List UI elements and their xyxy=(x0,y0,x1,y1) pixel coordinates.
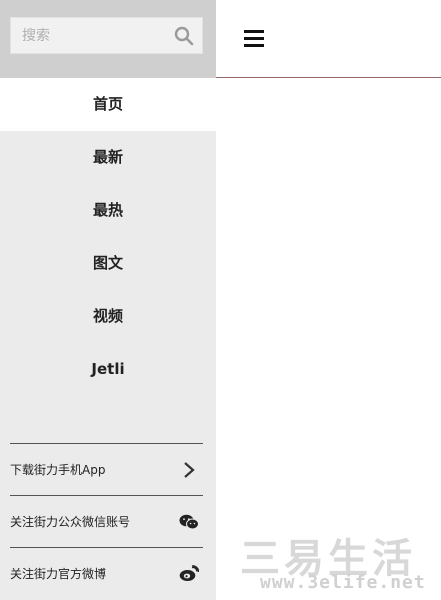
nav-item-video[interactable]: 视频 xyxy=(0,290,216,343)
chevron-right-icon xyxy=(179,460,199,480)
watermark-url: www.3elife.net xyxy=(260,572,426,593)
watermark: 三易生活 www.3elife.net xyxy=(216,520,441,600)
nav-menu: 首页 最新 最热 图文 视频 Jetli xyxy=(0,78,216,396)
weibo-icon xyxy=(179,564,199,584)
download-app-link[interactable]: 下载街力手机App xyxy=(10,443,203,495)
top-header xyxy=(216,0,441,78)
nav-item-home[interactable]: 首页 xyxy=(0,78,216,131)
wechat-follow-link[interactable]: 关注街力公众微信账号 xyxy=(10,495,203,547)
search-area xyxy=(0,0,216,78)
weibo-follow-label: 关注街力官方微博 xyxy=(10,567,107,581)
nav-item-hottest[interactable]: 最热 xyxy=(0,184,216,237)
follow-links: 下载街力手机App 关注街力公众微信账号 关注街力官方微博 xyxy=(10,443,203,599)
download-app-label: 下载街力手机App xyxy=(10,463,106,477)
search-input[interactable] xyxy=(11,18,171,53)
nav-item-latest[interactable]: 最新 xyxy=(0,131,216,184)
search-box[interactable] xyxy=(10,17,203,54)
menu-icon[interactable] xyxy=(244,30,264,48)
nav-item-jetli[interactable]: Jetli xyxy=(0,343,216,396)
wechat-follow-label: 关注街力公众微信账号 xyxy=(10,515,131,529)
sidebar: 首页 最新 最热 图文 视频 Jetli 下载街力手机App 关注街力公众微信账… xyxy=(0,0,216,600)
search-icon[interactable] xyxy=(174,26,194,46)
nav-item-photo-text[interactable]: 图文 xyxy=(0,237,216,290)
weibo-follow-link[interactable]: 关注街力官方微博 xyxy=(10,547,203,599)
wechat-icon xyxy=(179,512,199,532)
